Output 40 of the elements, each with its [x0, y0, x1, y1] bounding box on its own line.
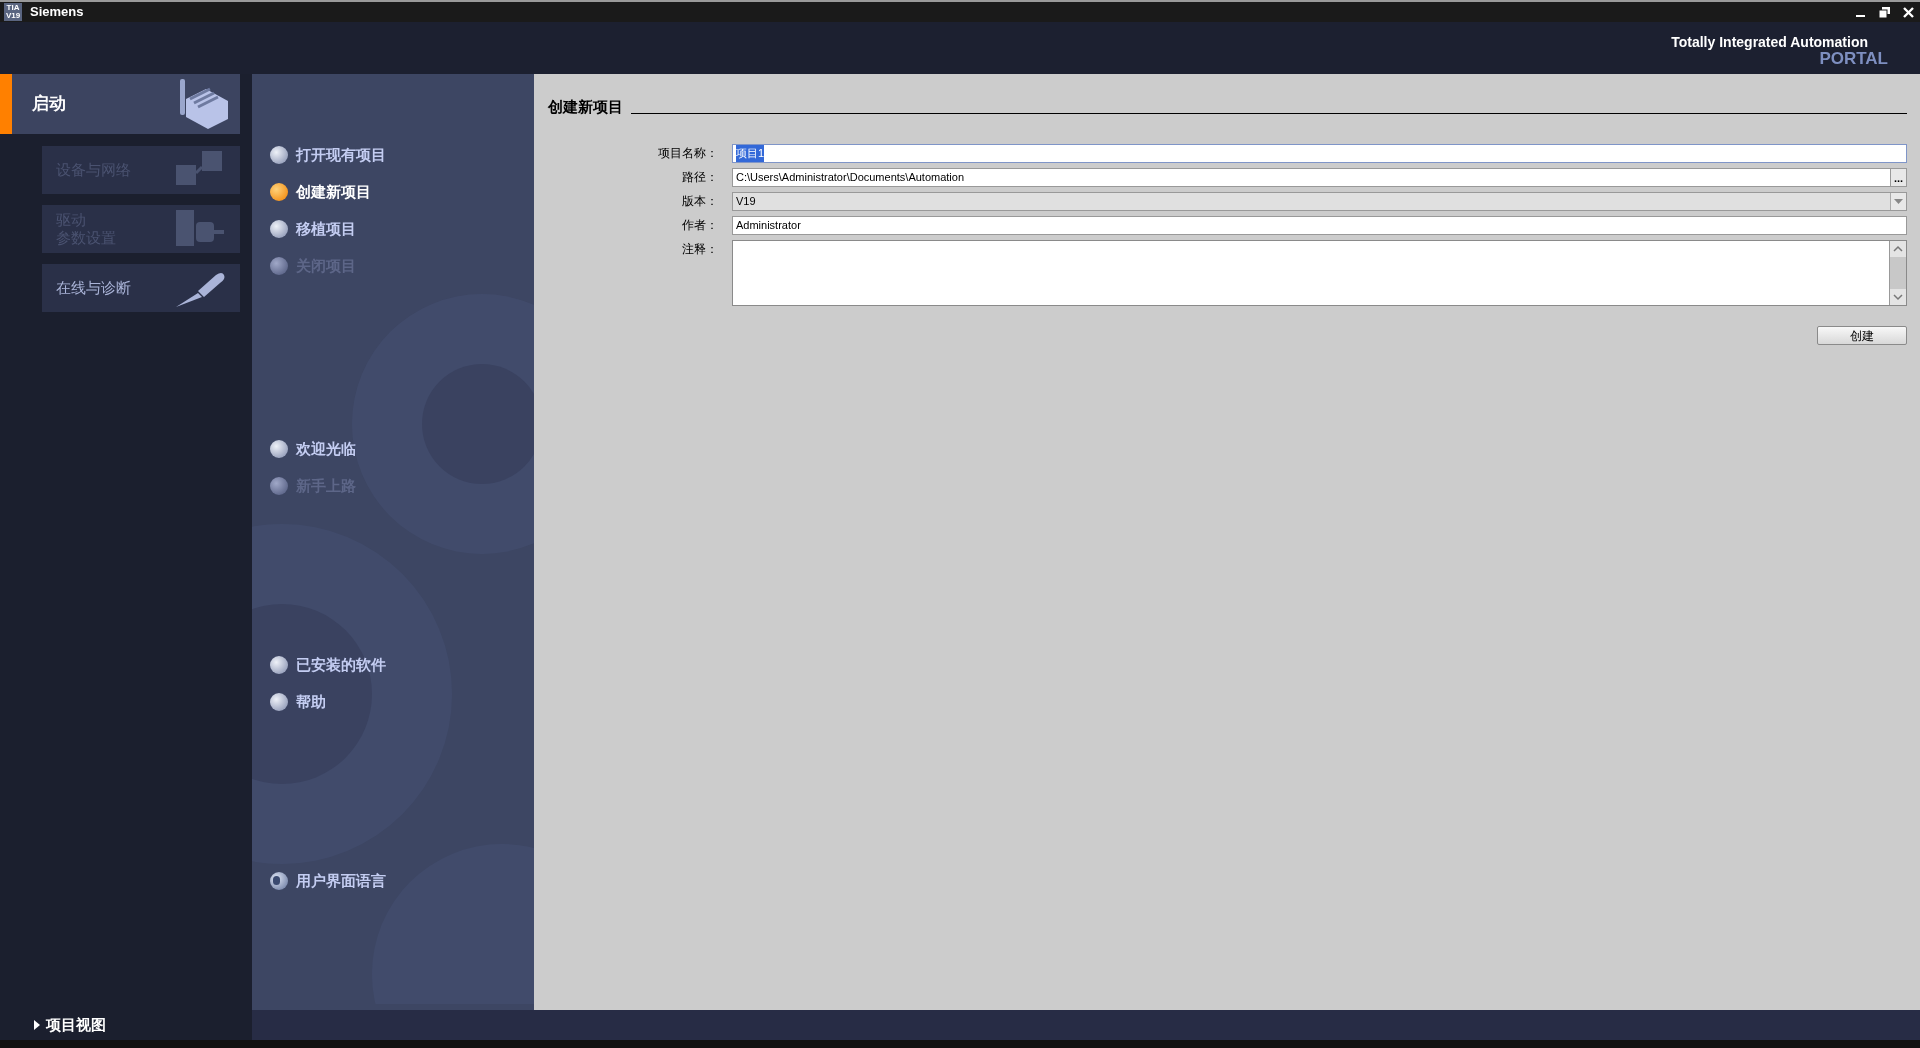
- scrollbar[interactable]: [1889, 241, 1906, 305]
- logo-text: V19: [5, 12, 21, 20]
- field-label: 路径：: [681, 169, 718, 186]
- portal-title: PORTAL: [1819, 50, 1888, 68]
- scroll-up-icon[interactable]: [1890, 241, 1906, 257]
- restore-icon: [1878, 6, 1890, 18]
- field-label: 版本：: [681, 193, 718, 210]
- menu-item[interactable]: 移植项目: [270, 216, 534, 242]
- field-label: 项目名称：: [657, 145, 718, 162]
- menu-item[interactable]: 帮助: [270, 689, 534, 715]
- menu-item[interactable]: 用户界面语言: [270, 868, 534, 894]
- portal-tab[interactable]: 启动: [0, 74, 240, 134]
- comment-field[interactable]: [732, 240, 1907, 306]
- restore-button[interactable]: [1876, 4, 1892, 20]
- logo-text: TIA: [6, 4, 20, 12]
- expand-arrow-icon: [34, 1020, 40, 1030]
- browse-button[interactable]: ...: [1890, 169, 1906, 186]
- menu-item[interactable]: 已安装的软件: [270, 652, 534, 678]
- portal-button[interactable]: 在线与诊断: [42, 264, 240, 312]
- field-label: 注释：: [681, 241, 718, 258]
- project-view-button[interactable]: 项目视图: [34, 1013, 106, 1037]
- portal-label: 在线与诊断: [56, 279, 132, 297]
- minimize-icon: [1855, 15, 1865, 17]
- dropdown-caret-icon[interactable]: [1894, 199, 1903, 204]
- field-label: 作者：: [681, 217, 718, 234]
- close-button[interactable]: [1900, 4, 1916, 20]
- create-button[interactable]: 创建: [1817, 326, 1907, 345]
- text-field[interactable]: C:\Users\Administrator\Documents\Automation ...: [732, 168, 1907, 187]
- menu-item[interactable]: 创建新项目: [270, 179, 534, 205]
- text-field[interactable]: 项目1: [732, 144, 1907, 163]
- close-icon: [1902, 6, 1914, 18]
- globe-icon: [270, 872, 288, 890]
- menu-item[interactable]: 欢迎光临: [270, 436, 534, 462]
- window-title: Siemens: [30, 3, 84, 22]
- text-field[interactable]: Administrator: [732, 216, 1907, 235]
- scroll-down-icon[interactable]: [1890, 289, 1906, 305]
- version-dropdown[interactable]: V19: [732, 192, 1907, 211]
- product-title: Totally Integrated Automation: [1671, 34, 1868, 50]
- section-title: 创建新项目: [548, 98, 623, 116]
- menu-item[interactable]: 打开现有项目: [270, 142, 534, 168]
